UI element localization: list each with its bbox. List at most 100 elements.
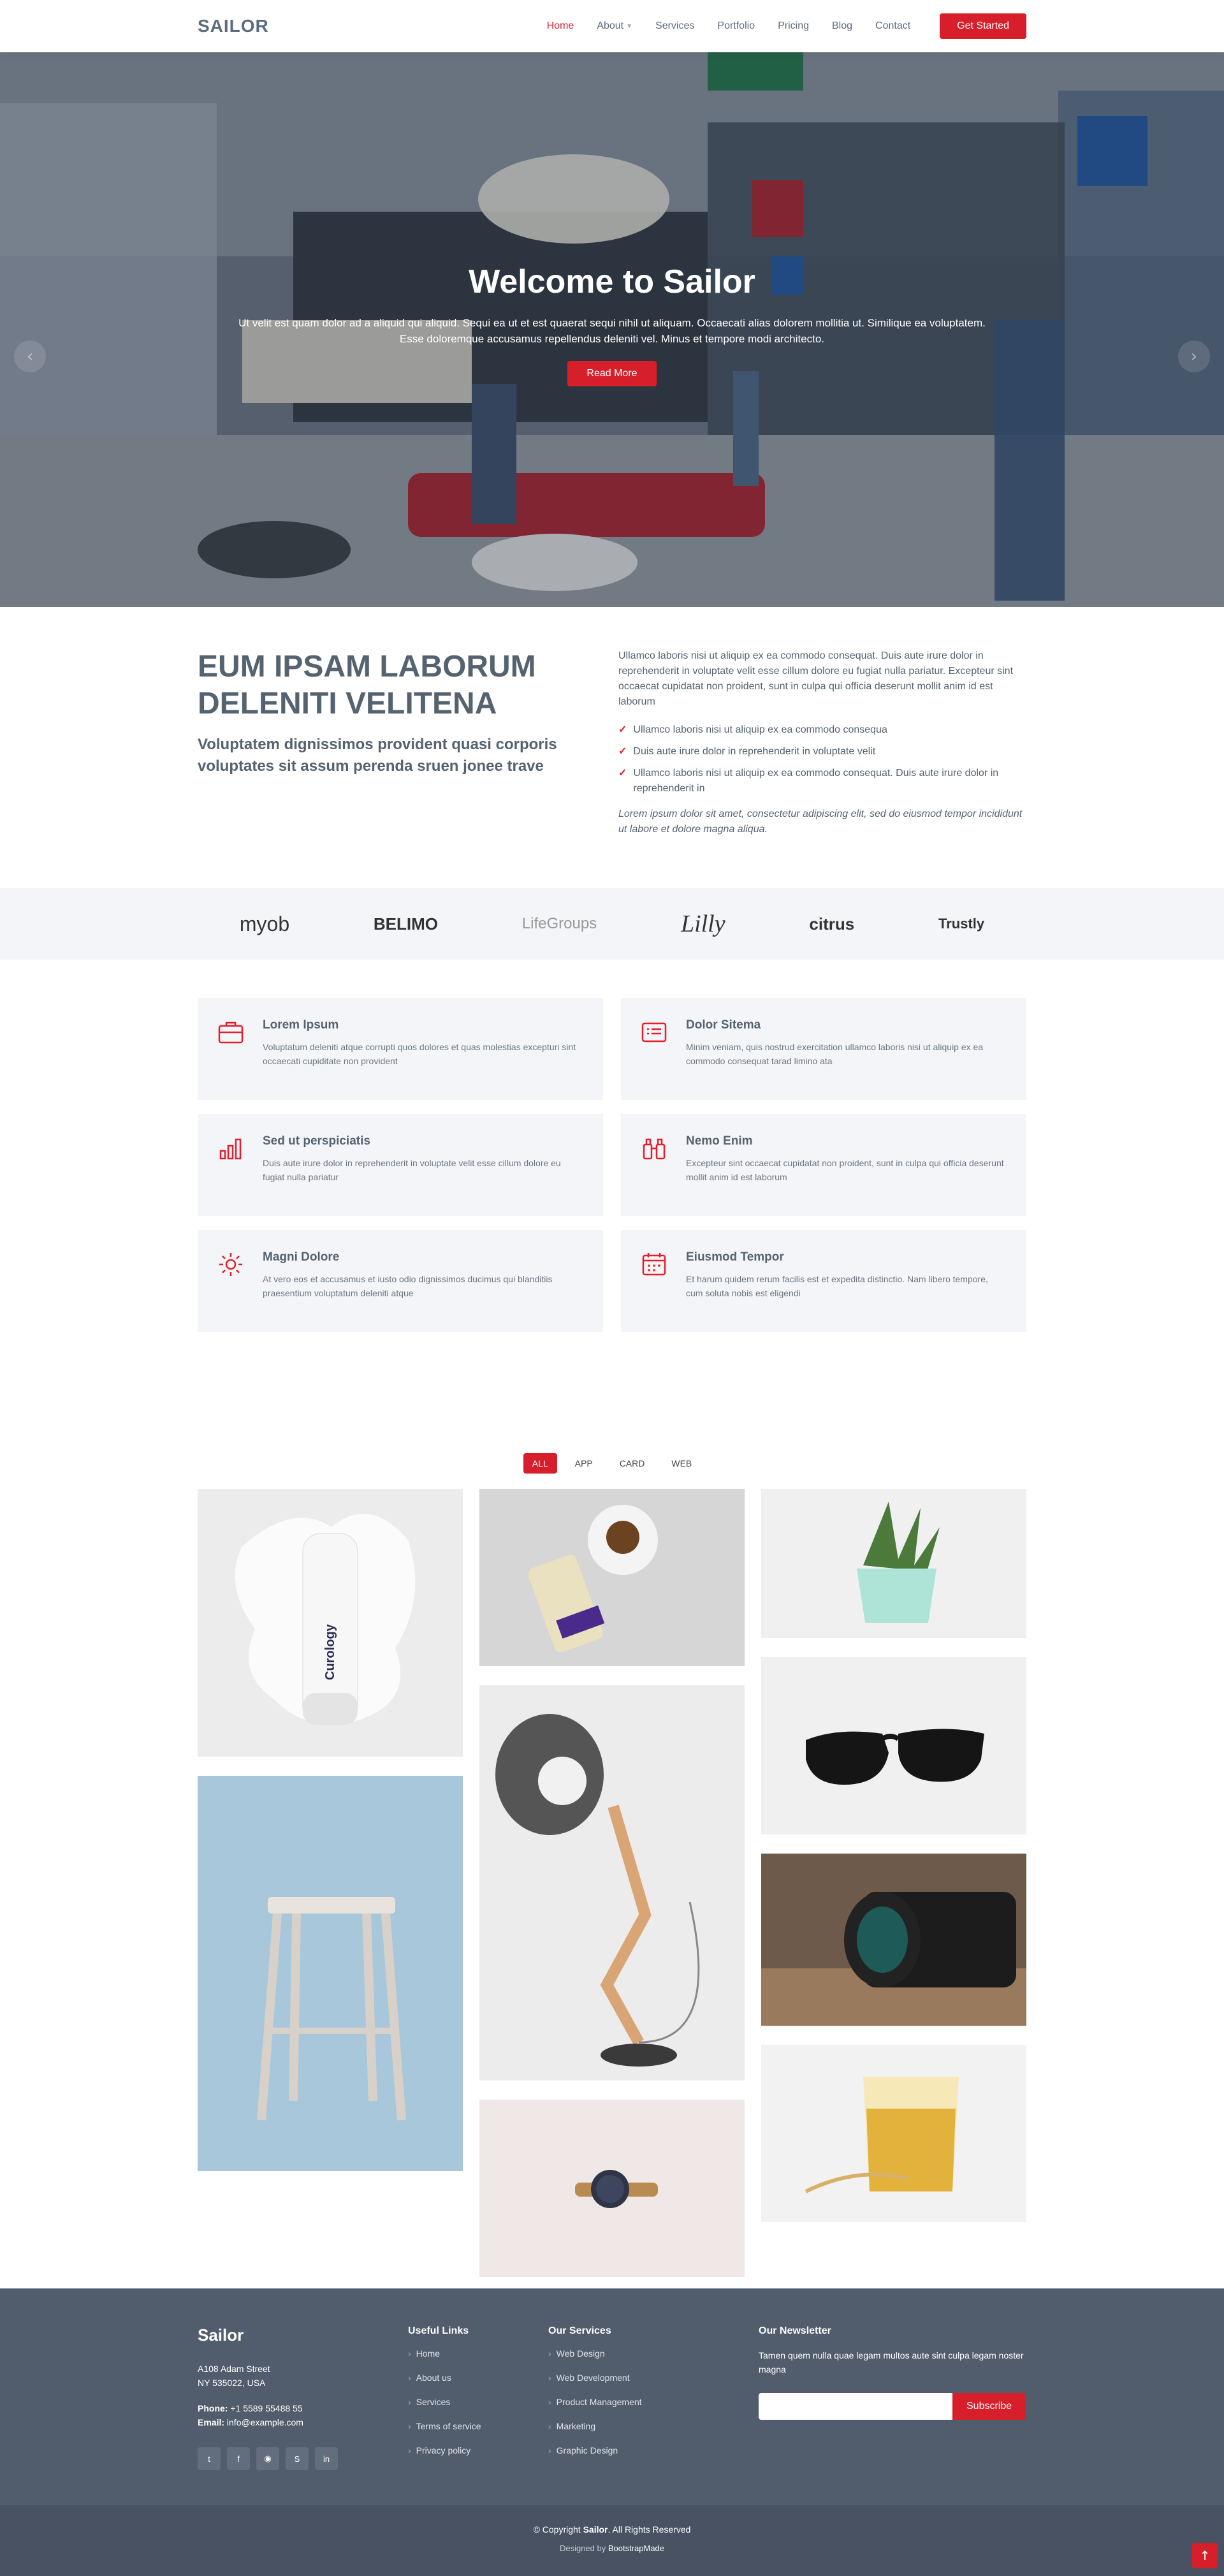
skype-icon[interactable]: S (286, 2447, 309, 2470)
linkedin-icon[interactable]: in (315, 2447, 338, 2470)
service-title[interactable]: Lorem Ipsum (263, 1018, 584, 1032)
filter-card[interactable]: CARD (611, 1453, 654, 1474)
email-value: info@example.com (226, 2417, 303, 2427)
address-line: A108 Adam Street (198, 2364, 270, 2374)
service-text: At vero eos et accusamus et iusto odio d… (263, 1274, 553, 1298)
portfolio-item-lamp[interactable] (479, 1685, 745, 2081)
portfolio-item-coffee[interactable] (479, 1489, 745, 1666)
read-more-button[interactable]: Read More (567, 361, 657, 386)
chevron-right-icon: › (408, 2397, 411, 2407)
filter-all[interactable]: ALL (523, 1453, 557, 1474)
service-title[interactable]: Nemo Enim (686, 1134, 1007, 1148)
footer-link-web-development[interactable]: › Web Development (548, 2373, 759, 2383)
link-text: Marketing (556, 2421, 596, 2431)
site-logo[interactable]: SAILOR (198, 16, 269, 36)
filter-app[interactable]: APP (566, 1453, 602, 1474)
service-card[interactable]: Eiusmod Tempor Et harum quidem rerum faci… (621, 1230, 1026, 1332)
useful-links-title: Useful Links (408, 2325, 469, 2336)
client-logo-myob: myob (239, 912, 290, 935)
newsletter-text: Tamen quem nulla quae legam multos aute … (759, 2350, 1024, 2375)
about-section: EUM IPSAM LABORUM DELENITI VELITENA Volu… (0, 607, 1224, 888)
phone-line: Phone: +1 5589 55488 55 (198, 2401, 408, 2415)
service-card[interactable]: Magni Dolore At vero eos et accusamus et … (198, 1230, 603, 1332)
portfolio-item-lens[interactable] (761, 1854, 1026, 2026)
footer-link-home[interactable]: › Home (408, 2348, 548, 2359)
footer-link-privacy[interactable]: › Privacy policy (408, 2445, 548, 2455)
service-text: Duis aute irure dolor in reprehenderit i… (263, 1158, 561, 1182)
check-double-icon: ✓ (618, 746, 627, 757)
link-text: Services (416, 2397, 451, 2407)
nav-label: Contact (875, 20, 911, 31)
footer-link-product-management[interactable]: › Product Management (548, 2397, 759, 2407)
chevron-down-icon: ▼ (626, 22, 633, 30)
portfolio-filters: ALL APP CARD WEB (198, 1453, 1026, 1474)
footer-link-about[interactable]: › About us (408, 2373, 548, 2383)
service-title[interactable]: Sed ut perspiciatis (263, 1134, 584, 1148)
footer-link-terms[interactable]: › Terms of service (408, 2421, 548, 2431)
newsletter-email-input[interactable] (759, 2393, 952, 2420)
chevron-right-icon: › (408, 2348, 411, 2359)
facebook-icon[interactable]: f (227, 2447, 250, 2470)
portfolio-item-plant[interactable] (761, 1489, 1026, 1638)
list-item: ✓ Duis aute irure dolor in reprehenderit … (618, 744, 1026, 759)
chevron-right-icon: › (548, 2421, 551, 2431)
copyright-suffix: . All Rights Reserved (608, 2524, 691, 2535)
hero-content: Welcome to Sailor Ut velit est quam dolo… (0, 263, 1224, 386)
portfolio-item-stool[interactable] (198, 1776, 463, 2171)
footer-link-graphic-design[interactable]: › Graphic Design (548, 2445, 759, 2455)
arrow-up-icon: ↑ (1199, 2548, 1211, 2563)
designer-link[interactable]: BootstrapMade (608, 2543, 664, 2553)
service-card[interactable]: Sed ut perspiciatis Duis aute irure dolor… (198, 1114, 603, 1216)
portfolio-item-sunglasses[interactable] (761, 1657, 1026, 1834)
about-list: ✓ Ullamco laboris nisi ut aliquip ex ea c… (618, 722, 1026, 796)
about-closing: Lorem ipsum dolor sit amet, consectetur … (618, 809, 1023, 835)
nav-label: Services (655, 20, 695, 31)
footer-link-services[interactable]: › Services (408, 2397, 548, 2407)
link-text: Home (416, 2348, 441, 2359)
get-started-button[interactable]: Get Started (940, 13, 1026, 39)
nav-blog[interactable]: Blog (832, 20, 852, 32)
footer-link-marketing[interactable]: › Marketing (548, 2421, 759, 2431)
service-title[interactable]: Magni Dolore (263, 1250, 584, 1264)
subscribe-button[interactable]: Subscribe (952, 2393, 1026, 2420)
main-nav: Home About ▼ Services Portfolio Pricing B… (547, 13, 1026, 39)
nav-about[interactable]: About ▼ (597, 20, 632, 32)
list-item-text: Ullamco laboris nisi ut aliquip ex ea co… (633, 768, 999, 794)
clients-section: myob BELIMO LifeGroups Lilly citrus Trus… (0, 888, 1224, 960)
our-services-title: Our Services (548, 2325, 611, 2336)
newsletter-form: Subscribe (759, 2393, 1026, 2420)
nav-contact[interactable]: Contact (875, 20, 910, 32)
credits: Designed by BootstrapMade (0, 2543, 1224, 2553)
service-card[interactable]: Dolor Sitema Minim veniam, quis nostrud e… (621, 998, 1026, 1100)
copyright-brand: Sailor (583, 2524, 608, 2535)
service-title[interactable]: Dolor Sitema (686, 1018, 1007, 1032)
portfolio-item-watch[interactable] (479, 2100, 745, 2277)
filter-web[interactable]: WEB (662, 1453, 701, 1474)
twitter-icon[interactable]: t (198, 2447, 221, 2470)
link-text: Privacy policy (416, 2445, 471, 2455)
site-footer: Sailor A108 Adam Street NY 535022, USA P… (0, 2288, 1224, 2576)
portfolio-item-drink[interactable] (761, 2045, 1026, 2222)
hero-title: Welcome to Sailor (469, 263, 755, 300)
nav-portfolio[interactable]: Portfolio (717, 20, 755, 32)
nav-label: About (597, 20, 624, 31)
link-text: Graphic Design (556, 2445, 618, 2455)
footer-link-web-design[interactable]: › Web Design (548, 2348, 759, 2359)
service-card[interactable]: Lorem Ipsum Voluptatum deleniti atque cor… (198, 998, 603, 1100)
service-title[interactable]: Eiusmod Tempor (686, 1250, 1007, 1264)
nav-services[interactable]: Services (655, 20, 694, 32)
service-text: Minim veniam, quis nostrud exercitation … (686, 1042, 984, 1066)
portfolio-item-curology[interactable]: Curology (198, 1489, 463, 1757)
service-card[interactable]: Nemo Enim Excepteur sint occaecat cupidat… (621, 1114, 1026, 1216)
nav-pricing[interactable]: Pricing (778, 20, 809, 32)
back-to-top-button[interactable]: ↑ (1192, 2543, 1218, 2568)
hero-carousel: ‹ › Welcome to Sailor Ut velit est quam … (0, 52, 1224, 607)
social-links: t f ◉ S in (198, 2447, 408, 2470)
chevron-right-icon: › (548, 2445, 551, 2455)
instagram-icon[interactable]: ◉ (256, 2447, 279, 2470)
link-text: Web Development (556, 2373, 630, 2383)
about-intro: Ullamco laboris nisi ut aliquip ex ea co… (618, 650, 1014, 707)
site-header: SAILOR Home About ▼ Services Portfolio Pr… (0, 0, 1224, 52)
nav-home[interactable]: Home (547, 20, 574, 32)
list-item: ✓ Ullamco laboris nisi ut aliquip ex ea c… (618, 722, 1026, 738)
